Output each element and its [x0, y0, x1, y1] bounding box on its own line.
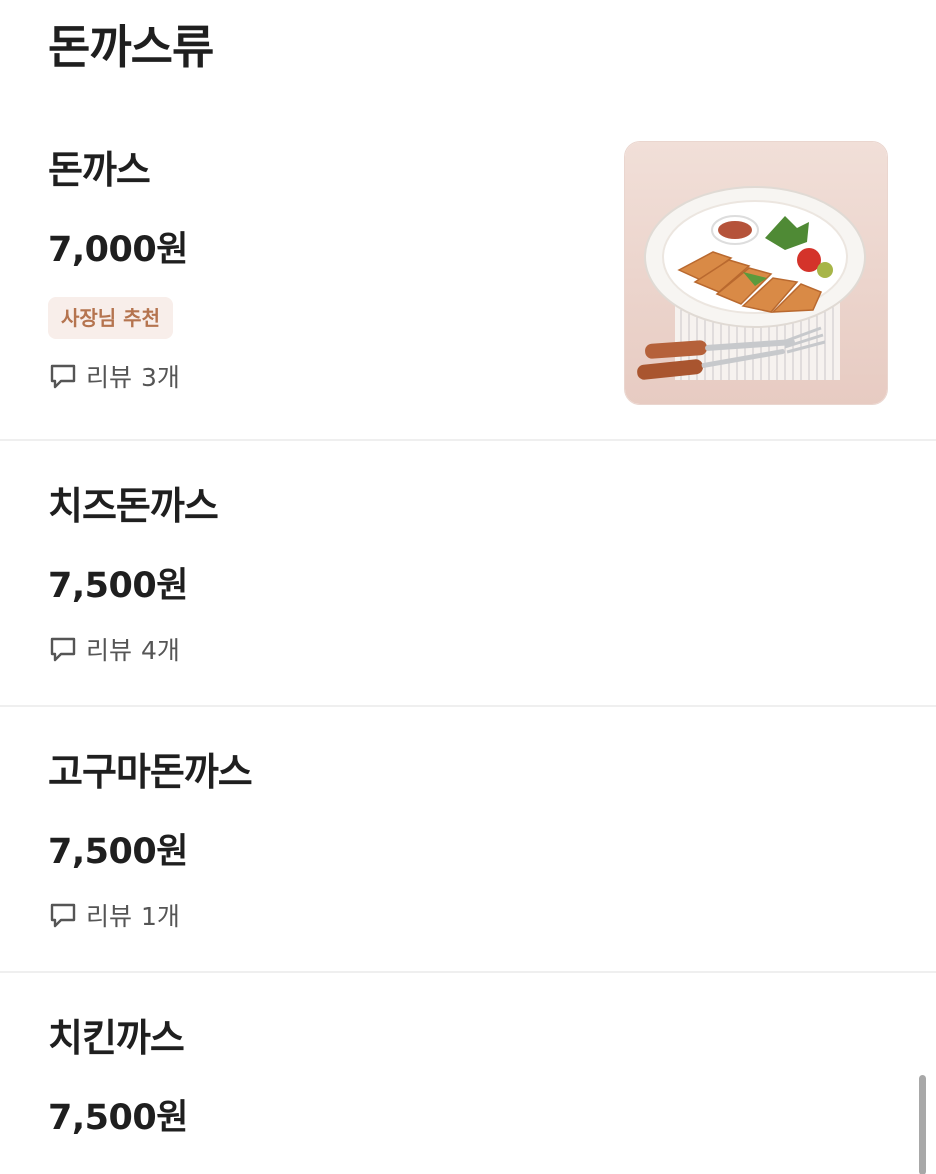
- menu-item-price: 7,500원: [48, 832, 188, 872]
- review-number: 1개: [141, 902, 180, 931]
- menu-item-name: 치즈돈까스: [48, 484, 219, 528]
- speech-bubble-icon: [48, 634, 78, 664]
- menu-item-image[interactable]: [624, 141, 888, 405]
- category-title: 돈까스류: [48, 20, 214, 74]
- review-label: 리뷰: [86, 363, 133, 392]
- speech-bubble-icon: [48, 900, 78, 930]
- owner-recommend-badge: 사장님 추천: [48, 297, 173, 339]
- menu-item-price: 7,500원: [48, 566, 188, 606]
- review-number: 4개: [141, 636, 180, 665]
- review-count: 리뷰 1개: [48, 898, 180, 932]
- review-number: 3개: [141, 363, 180, 392]
- review-count: 리뷰 4개: [48, 632, 180, 666]
- menu-item-cheese-cutlet[interactable]: 치즈돈까스 7,500원 리뷰 4개: [0, 441, 936, 707]
- scrollbar[interactable]: [919, 1075, 926, 1174]
- menu-item-price: 7,000원: [48, 230, 188, 270]
- menu-page: 돈까스류 돈까스 7,000원 사장님 추천 리뷰 3개 치즈돈까스 7,500…: [0, 0, 936, 1174]
- menu-item-sweet-potato-cutlet[interactable]: 고구마돈까스 7,500원 리뷰 1개: [0, 707, 936, 973]
- speech-bubble-icon: [48, 361, 78, 391]
- menu-item-price: 7,500원: [48, 1098, 188, 1138]
- menu-item-chicken-cutlet[interactable]: 치킨까스 7,500원: [0, 973, 936, 1174]
- menu-item-name: 돈까스: [48, 148, 151, 192]
- review-label: 리뷰: [86, 902, 133, 931]
- review-count: 리뷰 3개: [48, 359, 180, 393]
- menu-item-name: 고구마돈까스: [48, 750, 253, 794]
- review-label: 리뷰: [86, 636, 133, 665]
- menu-item-name: 치킨까스: [48, 1016, 185, 1060]
